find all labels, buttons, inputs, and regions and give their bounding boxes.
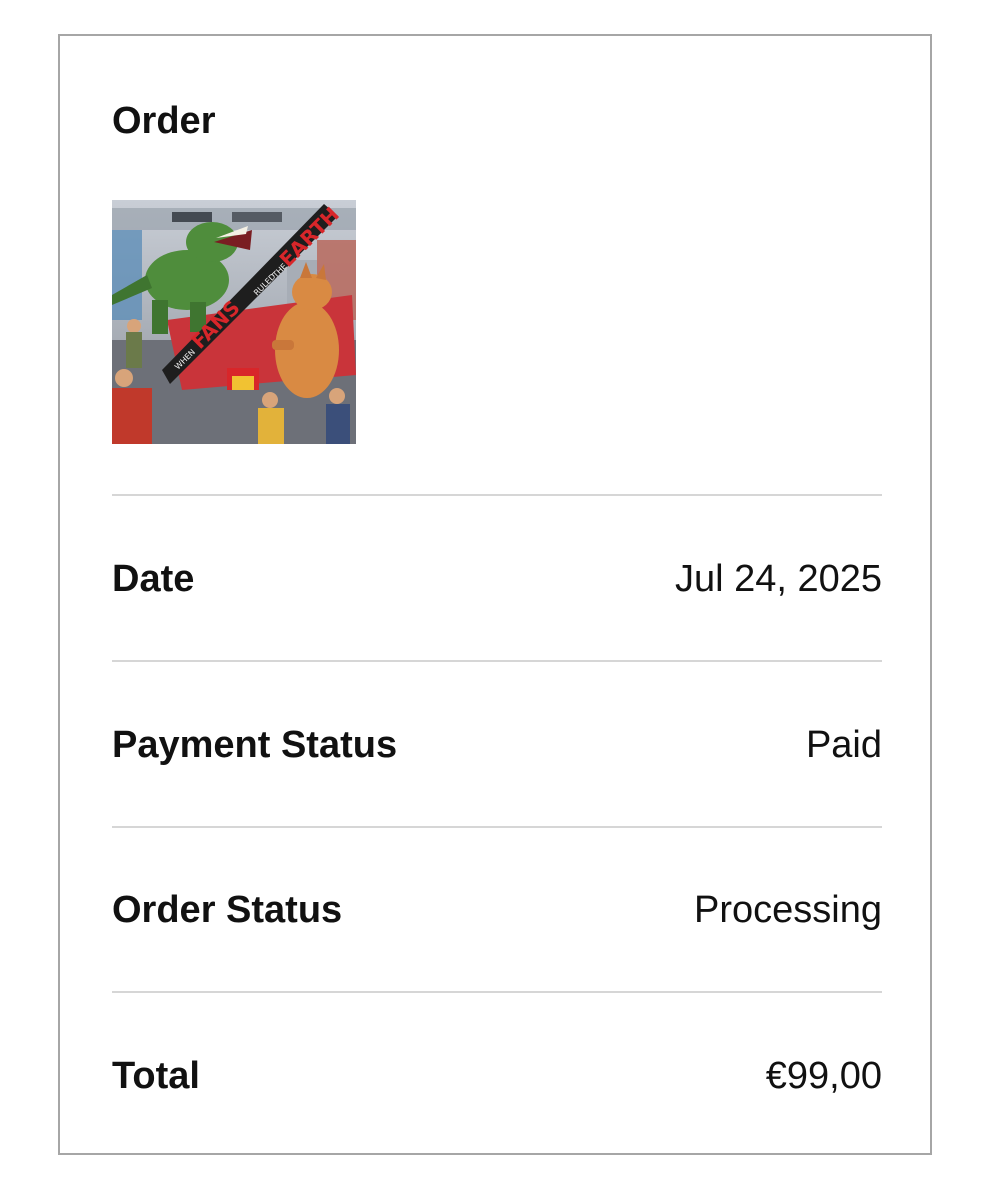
order-status-label: Order Status xyxy=(112,889,343,931)
total-value: €99,00 xyxy=(765,1055,882,1097)
divider xyxy=(112,826,882,828)
date-value: Jul 24, 2025 xyxy=(674,558,882,600)
order-row-date: Date Jul 24, 2025 xyxy=(112,556,882,602)
order-heading: Order xyxy=(112,100,216,142)
order-card: Order WHEN FANS RULED THE EARTH Date Jul… xyxy=(58,34,932,1155)
payment-status-label: Payment Status xyxy=(112,724,398,766)
divider xyxy=(112,494,882,496)
product-image[interactable]: WHEN FANS RULED THE EARTH xyxy=(112,200,356,444)
product-image-illustration: WHEN FANS RULED THE EARTH xyxy=(112,200,356,444)
total-label: Total xyxy=(112,1055,200,1097)
order-row-payment-status: Payment Status Paid xyxy=(112,722,882,768)
order-row-total: Total €99,00 xyxy=(112,1053,882,1099)
date-label: Date xyxy=(112,558,195,600)
order-row-order-status: Order Status Processing xyxy=(112,887,882,933)
divider xyxy=(112,660,882,662)
order-status-value: Processing xyxy=(694,889,882,931)
payment-status-value: Paid xyxy=(805,724,882,766)
divider xyxy=(112,991,882,993)
